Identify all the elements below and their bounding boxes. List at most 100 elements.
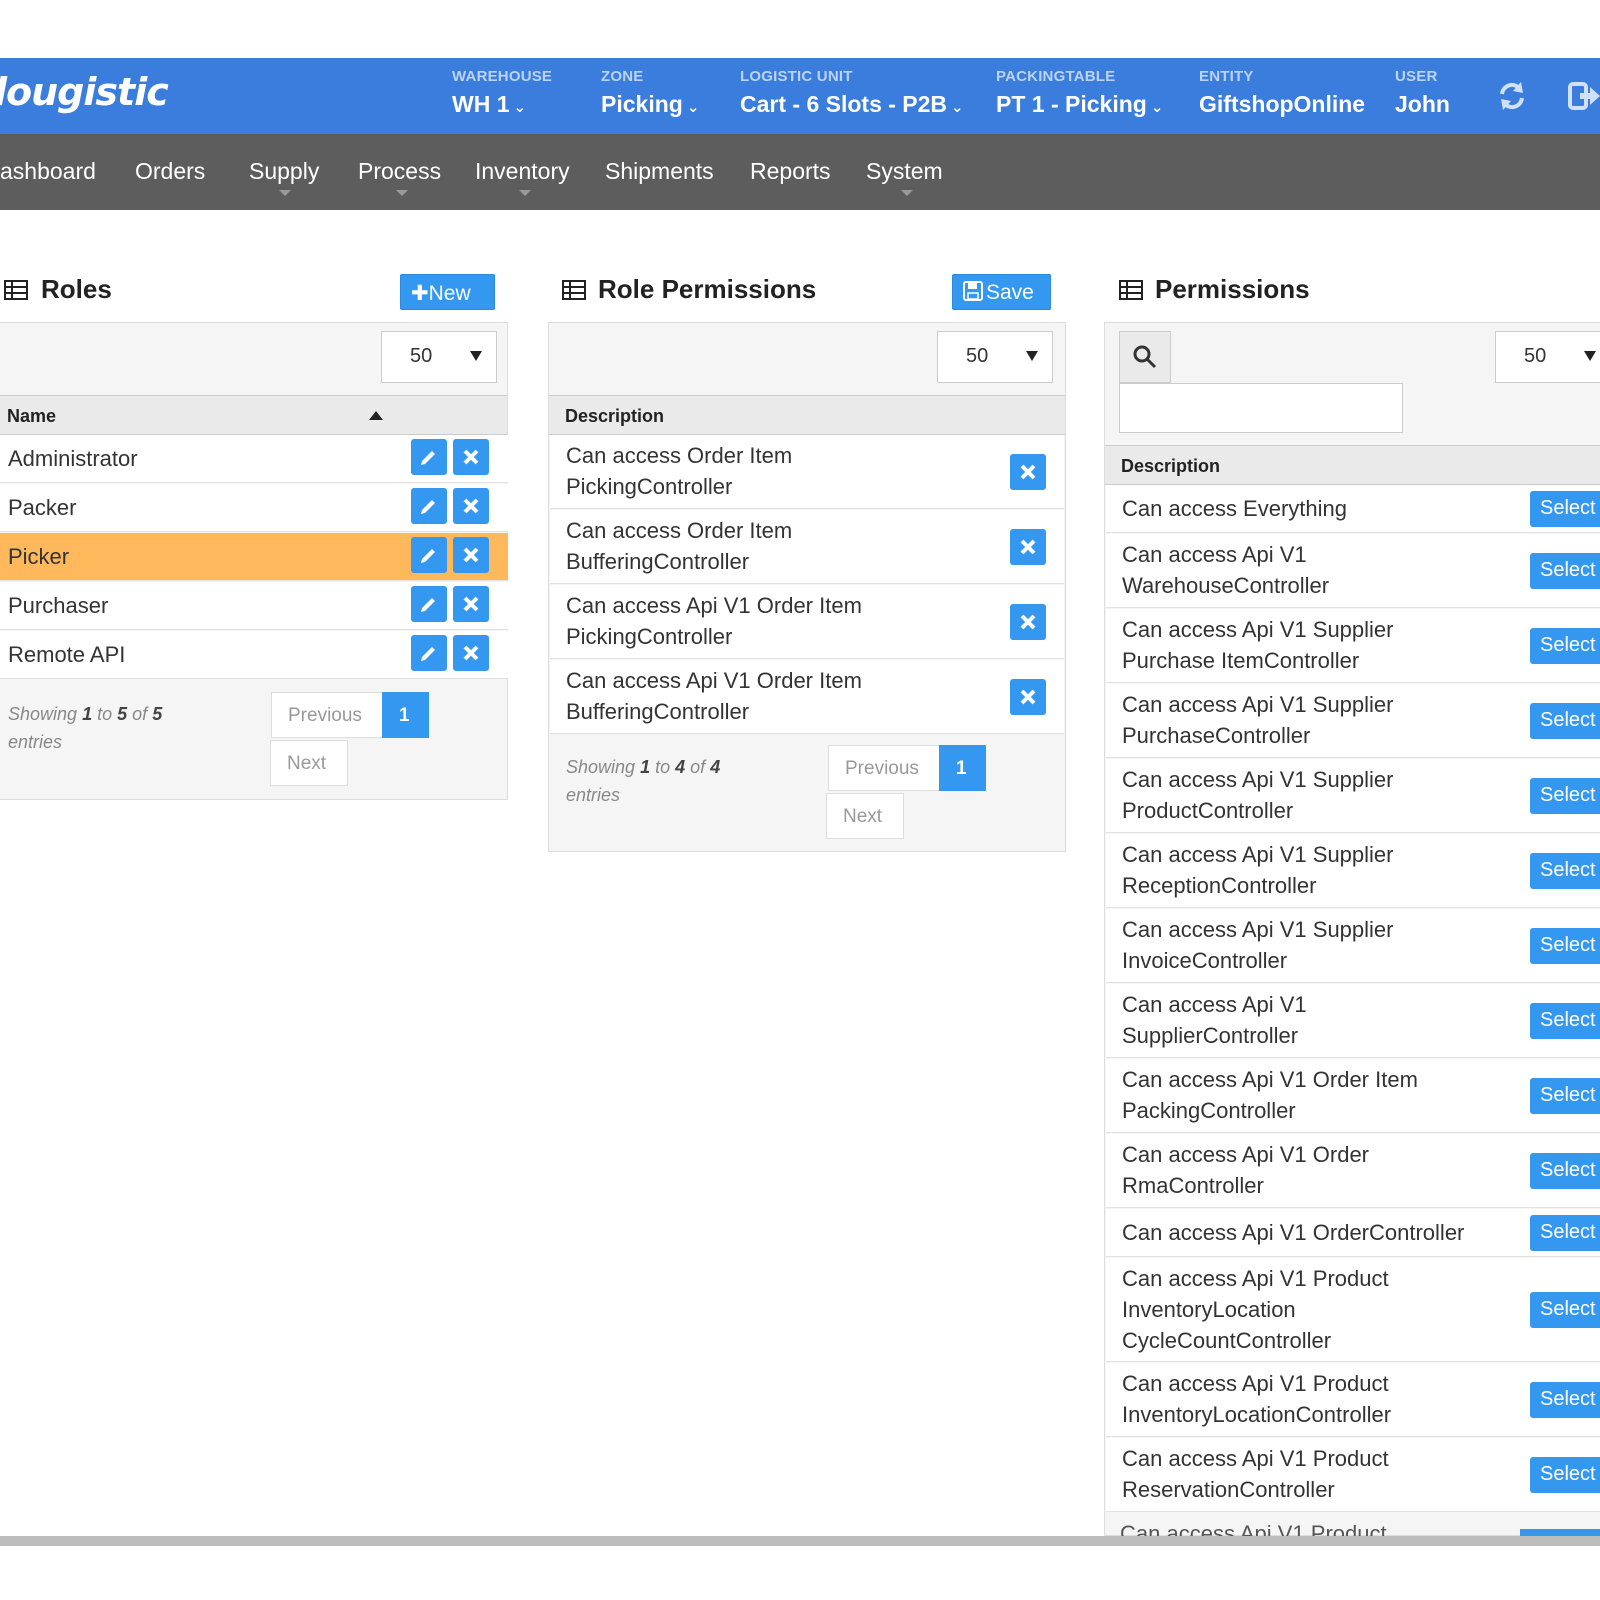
table-row[interactable]: Can access Order Item PickingController [550,435,1064,509]
description-line: ReservationController [1122,1477,1335,1502]
nav-reports[interactable]: Reports [750,158,831,185]
logistic-unit-label: LOGISTIC UNIT [740,68,853,85]
select-permission-button[interactable]: Select [1530,928,1600,964]
table-row[interactable]: Can access Api V1 Supplier ReceptionContr… [1106,834,1600,908]
packingtable-selector[interactable]: PACKINGTABLE PT 1 - Picking ⌄ [996,68,1163,118]
permissions-page-length-select[interactable]: 50 [1495,331,1600,383]
warehouse-selector[interactable]: WAREHOUSE WH 1 ⌄ [452,68,552,118]
select-button-partial[interactable] [1520,1529,1600,1536]
remove-permission-button[interactable] [1010,604,1046,640]
delete-button[interactable] [453,488,489,524]
table-row[interactable]: Can access Api V1 SupplierController Selec… [1106,984,1600,1058]
delete-button[interactable] [453,537,489,573]
save-button[interactable]: Save [952,274,1051,310]
table-row[interactable]: Can access Api V1 Order Item BufferingCo… [550,660,1064,734]
delete-button[interactable] [453,635,489,671]
table-row[interactable]: Can access Api V1 Product InventoryLocati… [1106,1258,1600,1362]
role-permissions-previous-button[interactable]: Previous [828,745,940,791]
select-permission-button[interactable]: Select [1530,491,1600,527]
select-permission-button[interactable]: Select [1530,1078,1600,1114]
refresh-icon[interactable] [1494,78,1530,114]
select-permission-button[interactable]: Select [1530,628,1600,664]
role-permissions-page-1-button[interactable]: 1 [939,745,986,791]
description-line: CycleCountController [1122,1328,1332,1353]
close-icon [1020,689,1036,705]
nav-orders[interactable]: Orders [135,158,205,185]
search-input[interactable] [1119,383,1403,433]
table-row[interactable]: Can access Api V1 Product InventoryLocati… [1106,1363,1600,1437]
main-nav: ashboard Orders Supply Process Inventory… [0,134,1600,210]
table-row[interactable]: Can access Api V1 OrderController Select [1106,1209,1600,1257]
nav-shipments[interactable]: Shipments [605,158,714,185]
roles-next-button[interactable]: Next [270,740,348,786]
description-line: RmaController [1122,1173,1264,1198]
remove-permission-button[interactable] [1010,454,1046,490]
edit-button[interactable] [411,488,447,524]
nav-process[interactable]: Process [358,158,441,185]
select-permission-button[interactable]: Select [1530,553,1600,589]
logout-icon[interactable] [1566,78,1600,114]
description-line: PurchaseController [1122,723,1311,748]
chevron-down-icon: ⌄ [513,99,527,116]
select-permission-button[interactable]: Select [1530,1382,1600,1418]
new-role-button[interactable]: ✚New [400,274,495,310]
remove-permission-button[interactable] [1010,529,1046,565]
description-line: SupplierController [1122,1023,1299,1048]
permission-description: Can access Api V1 Order RmaController [1122,1139,1369,1201]
remove-permission-button[interactable] [1010,679,1046,715]
select-permission-button[interactable]: Select [1530,703,1600,739]
description-line: ProductController [1122,798,1294,823]
description-line: PickingController [566,474,733,499]
table-row[interactable]: Can access Order Item BufferingControlle… [550,510,1064,584]
roles-page-1-button[interactable]: 1 [382,692,429,738]
description-line: Can access Api V1 [1122,542,1307,567]
close-icon [463,547,479,563]
edit-button[interactable] [411,635,447,671]
roles-previous-button[interactable]: Previous [271,692,383,738]
description-line: Purchase ItemController [1122,648,1360,673]
description-line: Can access Api V1 OrderController [1122,1220,1465,1245]
user-info: USER John [1395,68,1450,118]
nav-inventory[interactable]: Inventory [475,158,570,185]
delete-button[interactable] [453,586,489,622]
select-permission-button[interactable]: Select [1530,1215,1600,1251]
nav-dashboard[interactable]: ashboard [0,158,96,185]
zone-label: ZONE [601,68,644,85]
table-row[interactable]: Can access Api V1 Supplier PurchaseContro… [1106,684,1600,758]
logistic-unit-selector[interactable]: LOGISTIC UNIT Cart - 6 Slots - P2B ⌄ [740,68,964,118]
table-row[interactable]: Can access Api V1 Order RmaController Sele… [1106,1134,1600,1208]
role-permissions-page-length-select[interactable]: 50 [937,331,1053,383]
table-row[interactable]: Can access Api V1 Supplier Purchase ItemC… [1106,609,1600,683]
role-permissions-next-button[interactable]: Next [826,793,904,839]
delete-button[interactable] [453,439,489,475]
nav-supply[interactable]: Supply [249,158,319,185]
table-row[interactable]: Can access Api V1 Order Item PickingCont… [550,585,1064,659]
edit-button[interactable] [411,586,447,622]
nav-system[interactable]: System [866,158,943,185]
user-value: John [1395,91,1450,117]
select-permission-button[interactable]: Select [1530,1153,1600,1189]
select-permission-button[interactable]: Select [1530,778,1600,814]
edit-button[interactable] [411,439,447,475]
entity-value: GiftshopOnline [1199,91,1366,117]
select-permission-button[interactable]: Select [1530,1457,1600,1493]
dropdown-arrow-icon [1026,351,1038,361]
permission-description: Can access Order Item BufferingControlle… [566,515,792,577]
select-permission-button[interactable]: Select [1530,853,1600,889]
zone-selector[interactable]: ZONE Picking ⌄ [601,68,699,118]
select-permission-button[interactable]: Select [1530,1003,1600,1039]
table-row[interactable]: Can access Api V1 Supplier InvoiceControl… [1106,909,1600,983]
edit-button[interactable] [411,537,447,573]
select-permission-button[interactable]: Select [1530,1292,1600,1328]
roles-page-length-select[interactable]: 50 [381,331,497,383]
permission-description: Can access Api V1 Order Item PackingContr… [1122,1064,1418,1126]
table-row[interactable]: Can access Api V1 WarehouseController Sele… [1106,534,1600,608]
permission-description: Can access Everything [1122,493,1347,524]
permissions-column-description[interactable]: Description [1105,445,1600,485]
role-permissions-column-description[interactable]: Description [549,395,1065,435]
table-row[interactable]: Can access Api V1 Supplier ProductControl… [1106,759,1600,833]
table-row[interactable]: Can access Api V1 Order Item PackingContr… [1106,1059,1600,1133]
table-row[interactable]: Can access Api V1 Product ReservationCont… [1106,1438,1600,1512]
roles-column-name[interactable]: Name [0,395,507,435]
table-row[interactable]: Can access Everything Select [1106,485,1600,533]
